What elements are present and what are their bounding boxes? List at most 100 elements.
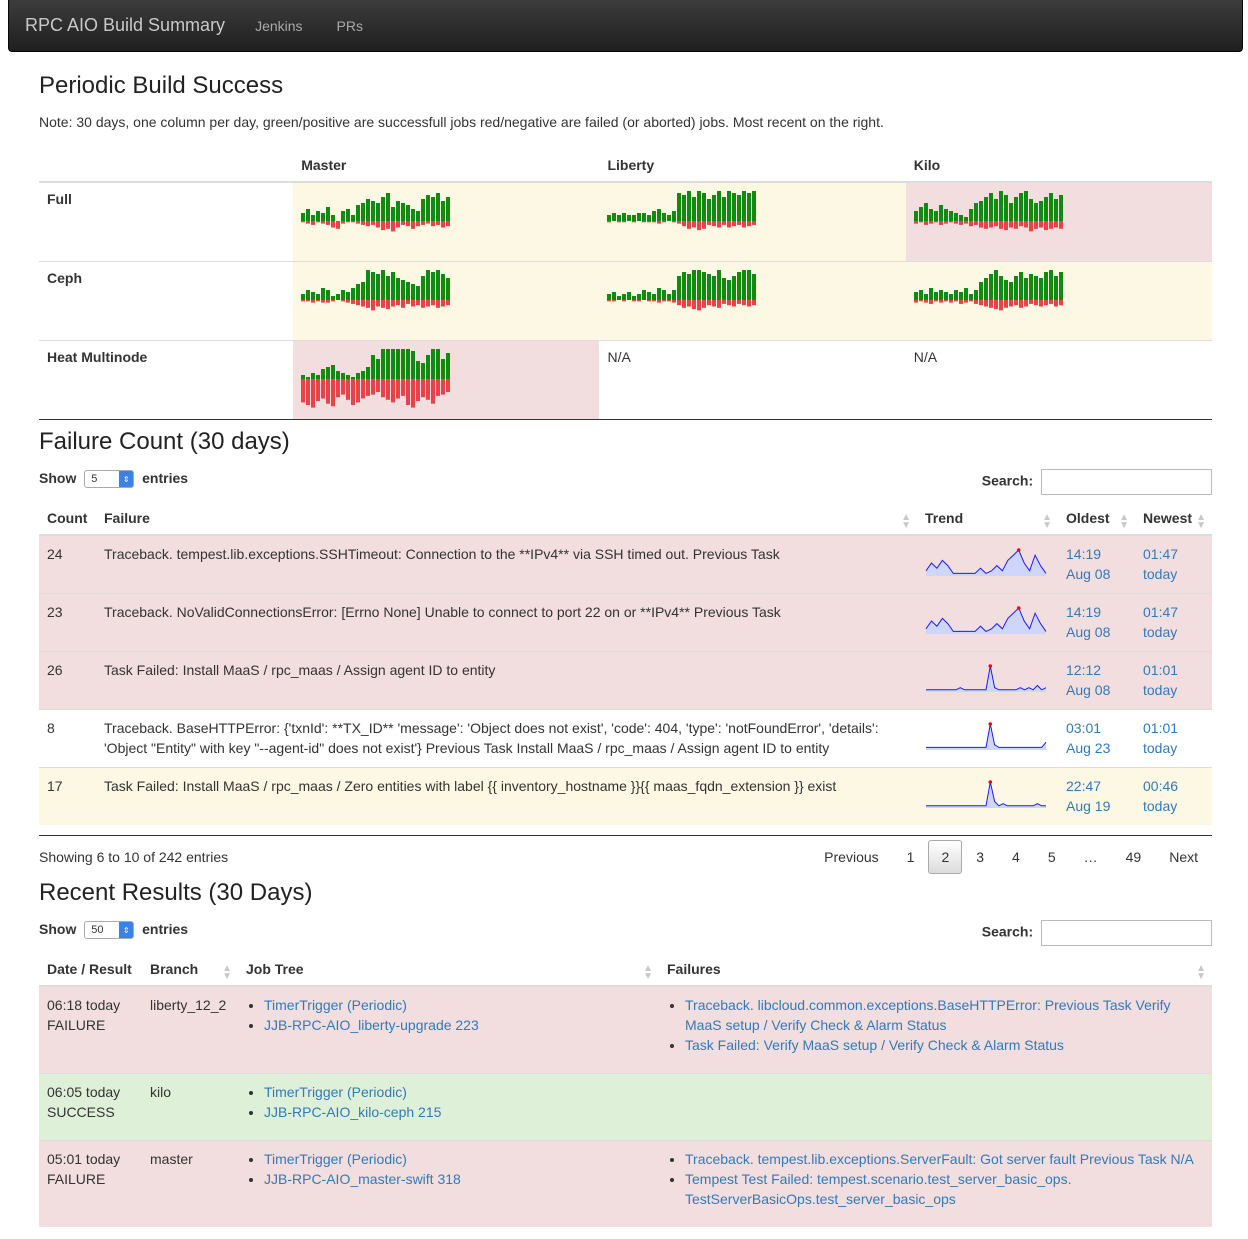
oldest-link[interactable]: 22:47 Aug 19 [1066,778,1110,814]
periodic-cell-liberty [599,181,906,262]
failure-bar [316,379,321,402]
success-bar [351,377,356,379]
page-button-3[interactable]: 3 [962,841,998,873]
failure-bar [441,379,446,395]
col-failures[interactable]: Failures ▲ ▼ [659,953,1212,987]
success-bar [697,191,702,221]
oldest-link[interactable]: 14:19 Aug 08 [1066,604,1110,640]
col-branch[interactable]: Branch ▲ ▼ [142,953,238,987]
failure-bar [918,300,923,302]
nav-link-jenkins[interactable]: Jenkins [255,18,302,34]
failure-bar [1053,221,1058,228]
job-link[interactable]: JJB-RPC-AIO_liberty-upgrade 223 [264,1017,479,1033]
failure-bar [361,221,366,225]
failure-link[interactable]: Task Failed: Verify MaaS setup / Verify … [685,1037,1064,1053]
col-count[interactable]: Count [39,502,96,536]
failure-bar [431,379,436,404]
failure-bar [401,379,406,396]
failure-search-input[interactable] [1041,469,1212,495]
oldest-link[interactable]: 14:19 Aug 08 [1066,546,1110,582]
newest-link[interactable]: 01:47 today [1143,546,1178,582]
page-length-select[interactable]: 5 ⇕ [84,470,135,489]
success-bar [647,215,652,221]
col-failure[interactable]: Failure ▲ ▼ [96,502,917,536]
success-bar [978,201,983,221]
recent-search-input[interactable] [1041,920,1212,946]
previous-page-button[interactable]: Previous [810,841,892,873]
success-bar [657,209,662,221]
failure-bar [446,379,451,392]
failure-bar [446,300,451,306]
failure-bar [331,221,336,228]
failure-bar [326,300,331,303]
success-bar [1058,195,1063,221]
job-link[interactable]: JJB-RPC-AIO_kilo-ceph 215 [264,1104,441,1120]
newest-link[interactable]: 01:47 today [1143,604,1178,640]
oldest-link[interactable]: 03:01 Aug 23 [1066,720,1110,756]
page-button-5[interactable]: 5 [1034,841,1070,873]
failure-bar [913,221,918,224]
success-bar [366,367,371,379]
job-tree-cell: TimerTrigger (Periodic) JJB-RPC-AIO_kilo-… [238,1072,659,1140]
success-bar [978,282,983,300]
failures-list: Traceback. libcloud.common.exceptions.Ba… [667,995,1204,1055]
job-tree-list: TimerTrigger (Periodic) JJB-RPC-AIO_kilo-… [246,1082,651,1122]
job-link[interactable]: JJB-RPC-AIO_master-swift 318 [264,1171,461,1187]
success-bar [632,215,637,221]
success-bar [642,213,647,221]
failure-bar [958,221,963,225]
trend-peak-point [988,722,993,726]
page-button-1[interactable]: 1 [893,841,929,873]
failure-link[interactable]: Tempest Test Failed: tempest.scenario.te… [685,1171,1071,1207]
success-bar [301,375,306,379]
page-button-2[interactable]: 2 [928,839,963,874]
col-trend[interactable]: Trend ▲ ▼ [917,502,1058,536]
failure-bar [396,221,401,228]
failure-bar [391,221,396,232]
failure-bar [667,300,672,302]
col-newest[interactable]: Newest ▲ ▼ [1135,502,1212,536]
periodic-row-label: Full [39,181,294,262]
success-bar [391,272,396,300]
page-button-49[interactable]: 49 [1112,841,1156,873]
failure-bar [421,221,426,225]
oldest-link[interactable]: 12:12 Aug 08 [1066,662,1110,698]
col-date-result[interactable]: Date / Result [39,953,142,987]
success-bar [386,276,391,300]
list-item: TimerTrigger (Periodic) [264,995,651,1015]
page-length-select[interactable]: 50 ⇕ [84,921,135,940]
failure-link[interactable]: Traceback. tempest.lib.exceptions.Server… [685,1151,1194,1167]
success-bar [361,371,366,379]
failure-link[interactable]: Traceback. libcloud.common.exceptions.Ba… [685,997,1171,1033]
table-row: 24 Traceback. tempest.lib.exceptions.SSHT… [39,534,1212,594]
failure-bar [341,221,346,224]
job-tree-cell: TimerTrigger (Periodic) JJB-RPC-AIO_maste… [238,1139,659,1227]
success-bar [391,349,396,379]
success-bar [441,359,446,379]
newest-link[interactable]: 00:46 today [1143,778,1178,814]
success-bar [381,270,386,300]
job-link[interactable]: TimerTrigger (Periodic) [264,1084,407,1100]
success-bar [421,199,426,221]
build-bar-sparkline [301,193,451,232]
failure-count-section: Failure Count (30 days) Show 5 ⇕ entries … [39,428,1212,875]
date-result-cell: 05:01 today FAILURE [39,1139,142,1227]
success-bar [401,203,406,221]
page-button-4[interactable]: 4 [998,841,1034,873]
col-job-tree[interactable]: Job Tree ▲ ▼ [238,953,659,987]
list-item: Task Failed: Verify MaaS setup / Verify … [685,1035,1204,1055]
periodic-cell-liberty: N/A [599,340,906,420]
failure-bar [356,300,361,306]
newest-link[interactable]: 01:01 today [1143,720,1178,756]
brand-link[interactable]: RPC AIO Build Summary [25,15,225,36]
nav-link-prs[interactable]: PRs [337,18,363,34]
job-link[interactable]: TimerTrigger (Periodic) [264,1151,407,1167]
success-bar [341,211,346,221]
next-page-button[interactable]: Next [1155,841,1212,873]
success-bar [963,217,968,221]
job-link[interactable]: TimerTrigger (Periodic) [264,997,407,1013]
newest-link[interactable]: 01:01 today [1143,662,1178,698]
run-result: FAILURE [47,1017,106,1033]
failures-cell: Traceback. libcloud.common.exceptions.Ba… [659,985,1212,1073]
col-oldest[interactable]: Oldest ▲ ▼ [1058,502,1135,536]
